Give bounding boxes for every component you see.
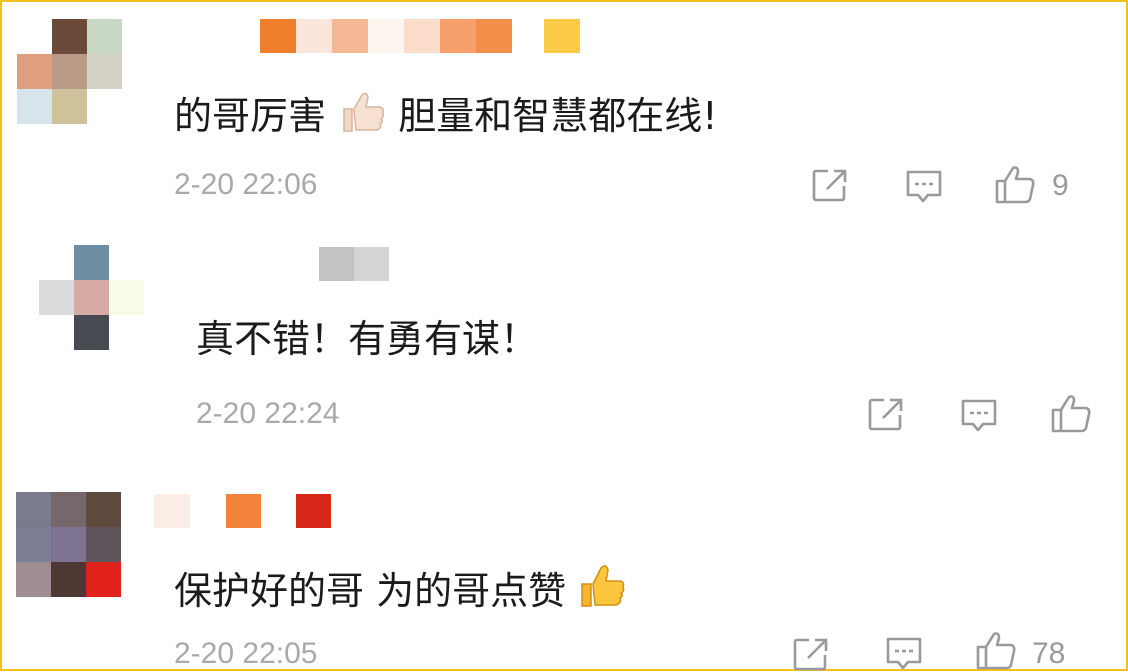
thumbs-up-icon [976,632,1016,670]
comment-list: 的哥厉害 胆量和智慧都在线! 2-20 22:06 9 真不错！有勇有谋！ 2-… [0,0,1128,671]
username[interactable] [260,19,580,53]
reply-button[interactable] [905,169,943,205]
avatar[interactable] [39,245,144,350]
username[interactable] [154,494,331,528]
like-button[interactable] [994,165,1036,205]
comment-text-part: 胆量和智慧都在线! [398,94,718,138]
comment-text-part: 的哥厉害 [174,94,327,138]
username[interactable] [319,247,389,281]
thumbs-up-emoji-icon [578,562,626,616]
like-button[interactable] [975,631,1017,671]
share-button[interactable] [793,637,829,671]
avatar[interactable] [17,19,122,124]
comment-text: 保护好的哥 为的哥点赞 [174,562,626,616]
share-icon [812,169,847,202]
share-icon [793,638,828,671]
timestamp: 2-20 22:05 [174,637,318,670]
share-button[interactable] [812,168,848,202]
like-count: 78 [1032,637,1066,670]
reply-button[interactable] [960,398,998,434]
comment-text: 真不错！有勇有谋！ [196,317,539,361]
thumbs-up-icon [995,166,1035,204]
thumbs-up-emoji-icon [338,89,386,141]
share-button[interactable] [868,397,904,431]
comment-text-part: 保护好的哥 为的哥点赞 [174,569,567,613]
comment-icon [906,170,942,203]
share-icon [868,398,903,431]
thumbs-up-icon [1051,395,1091,433]
reply-button[interactable] [885,636,923,672]
timestamp: 2-20 22:06 [174,168,318,201]
comment-icon [886,637,922,670]
comment-icon [961,399,997,432]
comment-text: 的哥厉害 胆量和智慧都在线! [174,89,717,141]
timestamp: 2-20 22:24 [196,397,340,430]
avatar[interactable] [16,492,121,597]
like-button[interactable] [1050,394,1092,434]
like-count: 9 [1052,169,1069,202]
